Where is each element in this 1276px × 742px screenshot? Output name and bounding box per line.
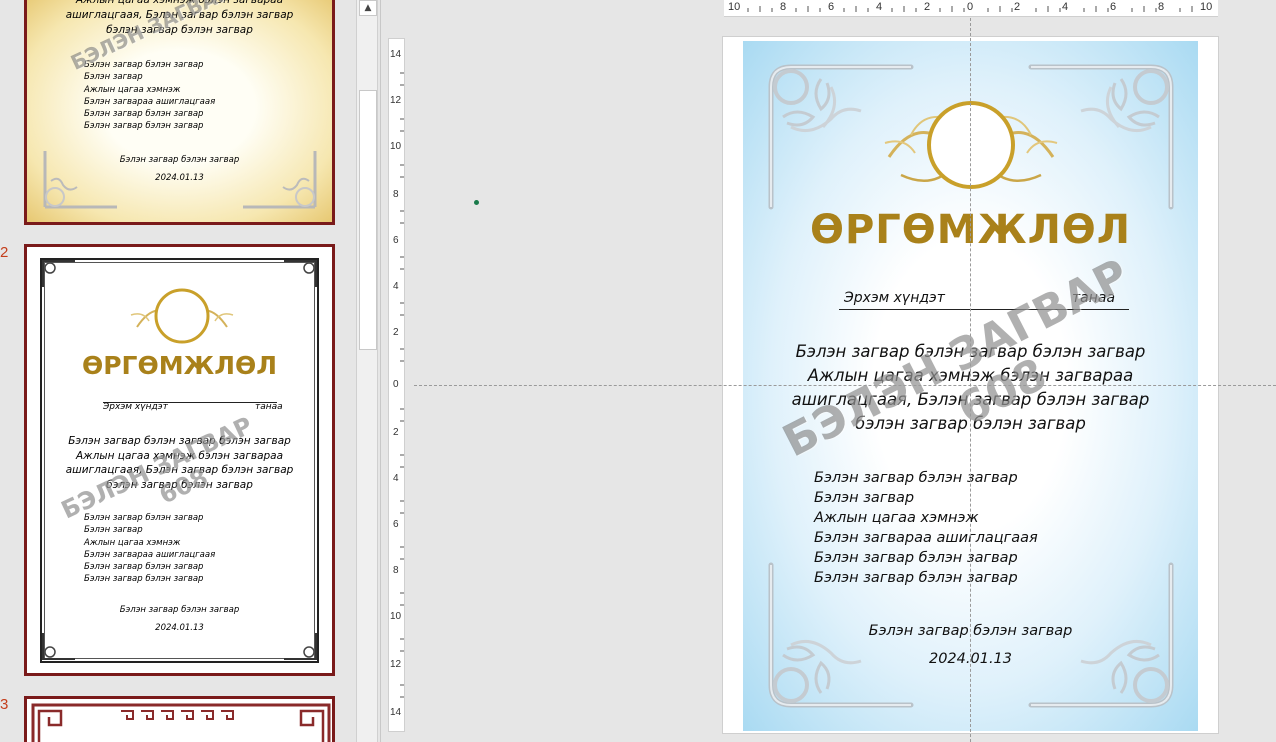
corner-ornament-icon [42,633,75,660]
thumb2-title: ӨРГӨМЖЛӨЛ [81,351,278,380]
thumb2-list-item: Бэлэн загвар бэлэн загвар [84,574,204,585]
list-item: Ажлын цагаа хэмнэж [814,510,979,526]
ruler-label: 8 [1158,1,1165,13]
slide-number-3: 3 [0,696,9,713]
ruler-label: 12 [390,95,402,106]
ruler-label: 0 [393,379,399,390]
horizontal-guide[interactable] [414,385,1276,386]
ruler-label: 2 [393,427,399,438]
thumb1-list-item: Бэлэн загвараа ашиглацгаая [84,96,216,107]
thumb2-list-item: Бэлэн загвар бэлэн загвар [84,562,204,573]
thumb1-list-item: Бэлэн загвар бэлэн загвар [84,109,204,120]
thumb2-footer: Бэлэн загвар бэлэн загвар [119,605,240,615]
corner-ornament-icon [243,151,317,209]
ruler-label: 6 [393,235,399,246]
slide-thumbnail-pane[interactable]: Ажлын цагаа хэмнэж бэлэн загвараа ашигла… [0,0,356,742]
ruler-label: 6 [828,1,835,13]
powerpoint-window: Ажлын цагаа хэмнэж бэлэн загвараа ашигла… [0,0,1276,742]
corner-ornament-icon [284,260,317,287]
list-item: Бэлэн загвар бэлэн загвар [814,550,1018,566]
thumb2-recipient-left: Эрхэм хүндэт [103,402,168,412]
rotation-handle[interactable] [474,200,479,205]
thumb2-recipient-right: танаа [255,402,283,412]
ruler-label: 10 [390,611,402,622]
vertical-guide[interactable] [970,18,971,742]
ruler-label: 2 [924,1,931,13]
ruler-label: 6 [393,519,399,530]
slide-number-2: 2 [0,244,9,261]
list-item: Бэлэн загвараа ашиглацгаая [814,530,1038,546]
thumb2-list-item: Бэлэн загвараа ашиглацгаая [84,549,216,560]
slide-thumbnail-3[interactable] [24,696,335,742]
ruler-label: 4 [876,1,883,13]
scrollbar-thumb[interactable] [359,90,377,350]
corner-ornament-icon [42,260,75,287]
corner-ornament-icon [43,151,117,209]
ruler-label: 14 [390,49,402,60]
thumb1-list-item: Бэлэн загвар бэлэн загвар [84,121,204,132]
ruler-label: 14 [390,707,402,718]
scroll-up-arrow-icon[interactable]: ▲ [359,0,377,16]
ruler-label: 8 [780,1,787,13]
ruler-label: 10 [728,1,741,13]
recipient-salutation[interactable]: Эрхэм хүндэт [844,290,945,306]
corner-ornament-icon [284,633,317,660]
thumbnail-scrollbar[interactable]: ▲ [356,0,378,742]
gold-emblem-icon [130,288,234,344]
greek-key-border-icon [31,703,331,742]
ruler-label: 0 [967,1,974,13]
ruler-label: 10 [1200,1,1213,13]
slide-thumbnail-2[interactable]: ӨРГӨМЖЛӨЛ Эрхэм хүндэт танаа Бэлэн загва… [24,244,335,676]
ruler-label: 12 [390,659,402,670]
ruler-label: 6 [1110,1,1117,13]
vertical-ruler[interactable]: 14 12 10 8 6 4 2 0 2 4 6 8 10 12 14 [388,38,405,732]
ruler-label: 4 [393,473,399,484]
thumb2-date: 2024.01.13 [155,623,204,633]
ruler-label: 8 [393,565,399,576]
gold-emblem-icon [884,101,1058,189]
ruler-label: 2 [393,327,399,338]
ruler-label: 10 [390,141,402,152]
slide-thumbnail-1[interactable]: Ажлын цагаа хэмнэж бэлэн загвараа ашигла… [24,0,335,225]
pane-divider[interactable] [380,0,381,742]
ruler-label: 4 [393,281,399,292]
ruler-label: 8 [393,189,399,200]
horizontal-ruler[interactable]: 10 8 6 4 2 0 2 4 6 8 10 [724,0,1218,17]
thumb1-list-item: Бэлэн загвар [84,72,143,83]
ruler-label: 2 [1014,1,1021,13]
ruler-label: 4 [1062,1,1069,13]
thumb1-list-item: Ажлын цагаа хэмнэж [84,84,181,95]
list-item: Бэлэн загвар бэлэн загвар [814,570,1018,586]
